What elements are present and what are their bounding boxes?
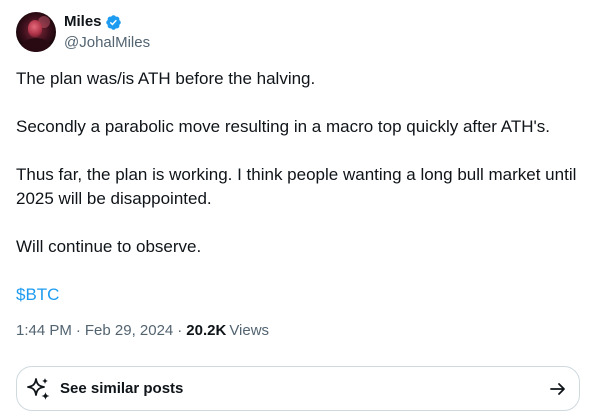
separator-dot: ·: [75, 322, 81, 339]
views-label[interactable]: Views: [229, 321, 269, 341]
post-metadata: 1:44 PM · Feb 29, 2024 · 20.2K Views: [16, 321, 269, 341]
see-similar-posts-label: See similar posts: [60, 380, 184, 397]
author-display-name[interactable]: Miles: [64, 12, 102, 32]
post-paragraph: Secondly a parabolic move resulting in a…: [16, 117, 550, 136]
verified-badge-icon[interactable]: [105, 14, 122, 31]
post-date[interactable]: Feb 29, 2024: [85, 321, 173, 341]
author-handle[interactable]: @JohalMiles: [64, 33, 150, 53]
views-count[interactable]: 20.2K: [186, 321, 226, 341]
post-time[interactable]: 1:44 PM: [16, 321, 72, 341]
separator-dot: ·: [177, 322, 183, 339]
avatar[interactable]: [16, 12, 56, 52]
author-name-row: Miles: [64, 12, 122, 32]
post-paragraph: Will continue to observe.: [16, 237, 202, 256]
post-paragraph: The plan was/is ATH before the halving.: [16, 69, 316, 88]
post-container: Miles @JohalMiles The plan was/is ATH be…: [0, 0, 598, 420]
arrow-right-icon: [550, 383, 565, 395]
cashtag-link[interactable]: $BTC: [16, 283, 59, 307]
sparkle-icon: [27, 378, 50, 400]
see-similar-posts-button[interactable]: See similar posts: [16, 366, 580, 411]
avatar-shoulders: [21, 38, 51, 52]
avatar-face: [28, 20, 42, 37]
post-paragraph: Thus far, the plan is working. I think p…: [16, 165, 577, 208]
